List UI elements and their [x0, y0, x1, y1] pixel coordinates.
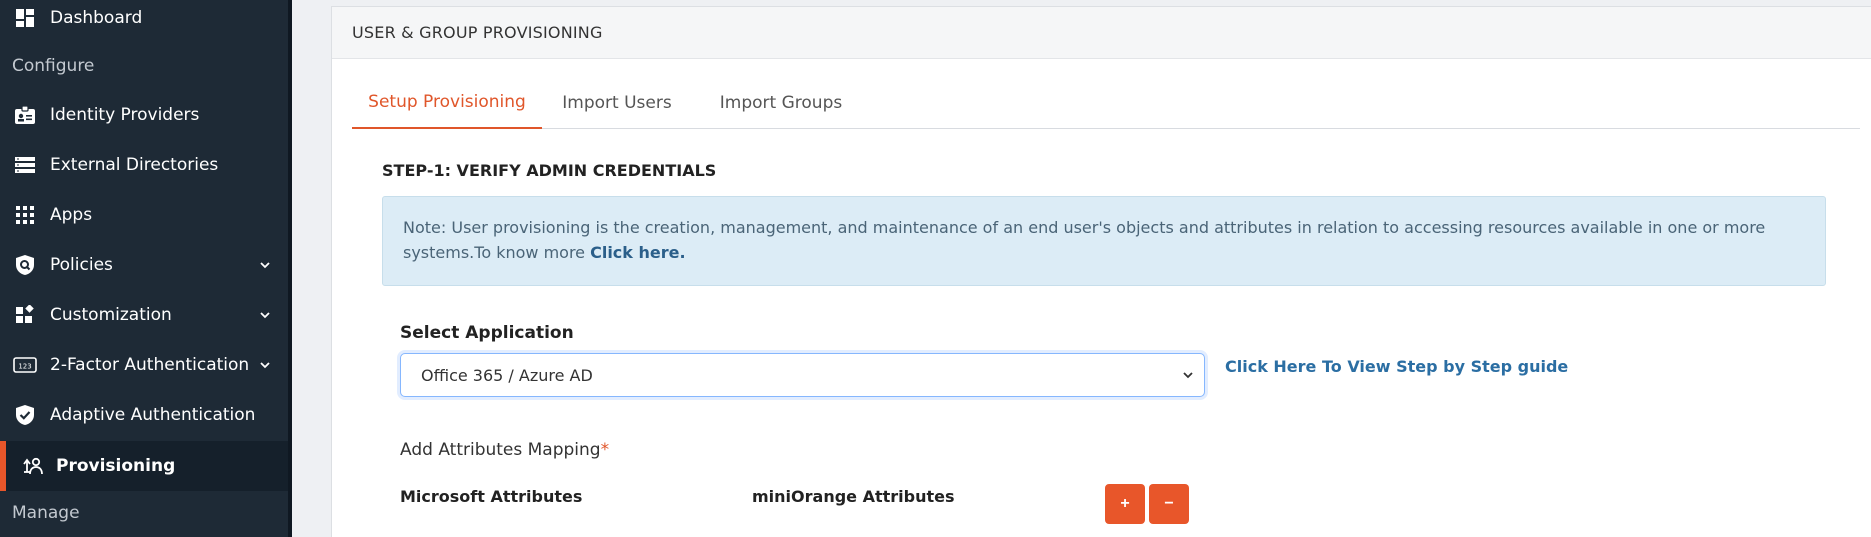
sidebar: Dashboard Configure Identity Providers E…: [0, 0, 288, 537]
sidebar-item-label: External Directories: [50, 155, 219, 175]
attributes-mapping-label: Add Attributes Mapping*: [400, 440, 609, 460]
note-link[interactable]: Click here.: [590, 243, 685, 262]
sidebar-item-label: Dashboard: [50, 8, 143, 28]
tab-setup-provisioning[interactable]: Setup Provisioning: [352, 77, 542, 129]
widgets-icon: [12, 302, 38, 328]
select-value: Office 365 / Azure AD: [421, 365, 593, 385]
miniorange-attributes-header: miniOrange Attributes: [752, 487, 955, 506]
server-stack-icon: [12, 152, 38, 178]
sidebar-item-label: 2-Factor Authentication: [50, 355, 250, 375]
tab-import-users[interactable]: Import Users: [542, 77, 692, 129]
sidebar-item-provisioning[interactable]: Provisioning: [0, 441, 288, 491]
svg-text:123: 123: [18, 363, 31, 371]
sidebar-item-label: Policies: [50, 255, 113, 275]
dashboard-icon: [12, 5, 38, 31]
sidebar-item-label: Identity Providers: [50, 105, 200, 125]
sidebar-item-label: Customization: [50, 305, 172, 325]
select-application-label: Select Application: [400, 323, 574, 343]
otp-123-icon: 123: [12, 352, 38, 378]
section-configure: Configure: [12, 56, 95, 76]
card-header: USER & GROUP PROVISIONING: [332, 7, 1871, 59]
add-attribute-button[interactable]: +: [1105, 484, 1145, 524]
shield-search-icon: [12, 252, 38, 278]
sidebar-scroll-edge: [288, 0, 292, 537]
sidebar-item-external-directories[interactable]: External Directories: [0, 141, 288, 189]
sidebar-item-dashboard[interactable]: Dashboard: [0, 0, 288, 42]
sidebar-item-apps[interactable]: Apps: [0, 191, 288, 239]
chevron-down-icon: [260, 262, 270, 269]
sidebar-item-adaptive-authentication[interactable]: Adaptive Authentication: [0, 391, 288, 439]
provisioning-card: USER & GROUP PROVISIONING Setup Provisio…: [331, 6, 1871, 537]
sidebar-item-customization[interactable]: Customization: [0, 291, 288, 339]
sidebar-item-label: Apps: [50, 205, 93, 225]
attributes-mapping-text: Add Attributes Mapping: [400, 440, 601, 460]
application-select[interactable]: Office 365 / Azure AD: [400, 353, 1205, 397]
remove-attribute-button[interactable]: −: [1149, 484, 1189, 524]
id-badge-icon: [12, 102, 38, 128]
chevron-down-icon: [1183, 372, 1193, 379]
grid-icon: [12, 202, 38, 228]
step-title: STEP-1: VERIFY ADMIN CREDENTIALS: [382, 161, 717, 180]
section-manage: Manage: [12, 503, 80, 523]
chevron-down-icon: [260, 312, 270, 319]
info-note: Note: User provisioning is the creation,…: [382, 196, 1826, 286]
required-asterisk: *: [600, 440, 610, 460]
microsoft-attributes-header: Microsoft Attributes: [400, 487, 583, 506]
sidebar-item-label: Provisioning: [56, 456, 176, 476]
step-guide-link[interactable]: Click Here To View Step by Step guide: [1225, 357, 1568, 376]
tab-import-groups[interactable]: Import Groups: [692, 77, 870, 129]
chevron-down-icon: [260, 362, 270, 369]
page-title: USER & GROUP PROVISIONING: [352, 23, 603, 42]
shield-check-icon: [12, 402, 38, 428]
sidebar-item-label: Adaptive Authentication: [50, 405, 256, 425]
sidebar-item-identity-providers[interactable]: Identity Providers: [0, 91, 288, 139]
provisioning-icon: [20, 453, 46, 479]
tab-bar: Setup Provisioning Import Users Import G…: [352, 77, 1860, 129]
sidebar-item-policies[interactable]: Policies: [0, 241, 288, 289]
sidebar-item-2fa[interactable]: 123 2-Factor Authentication: [0, 341, 288, 389]
